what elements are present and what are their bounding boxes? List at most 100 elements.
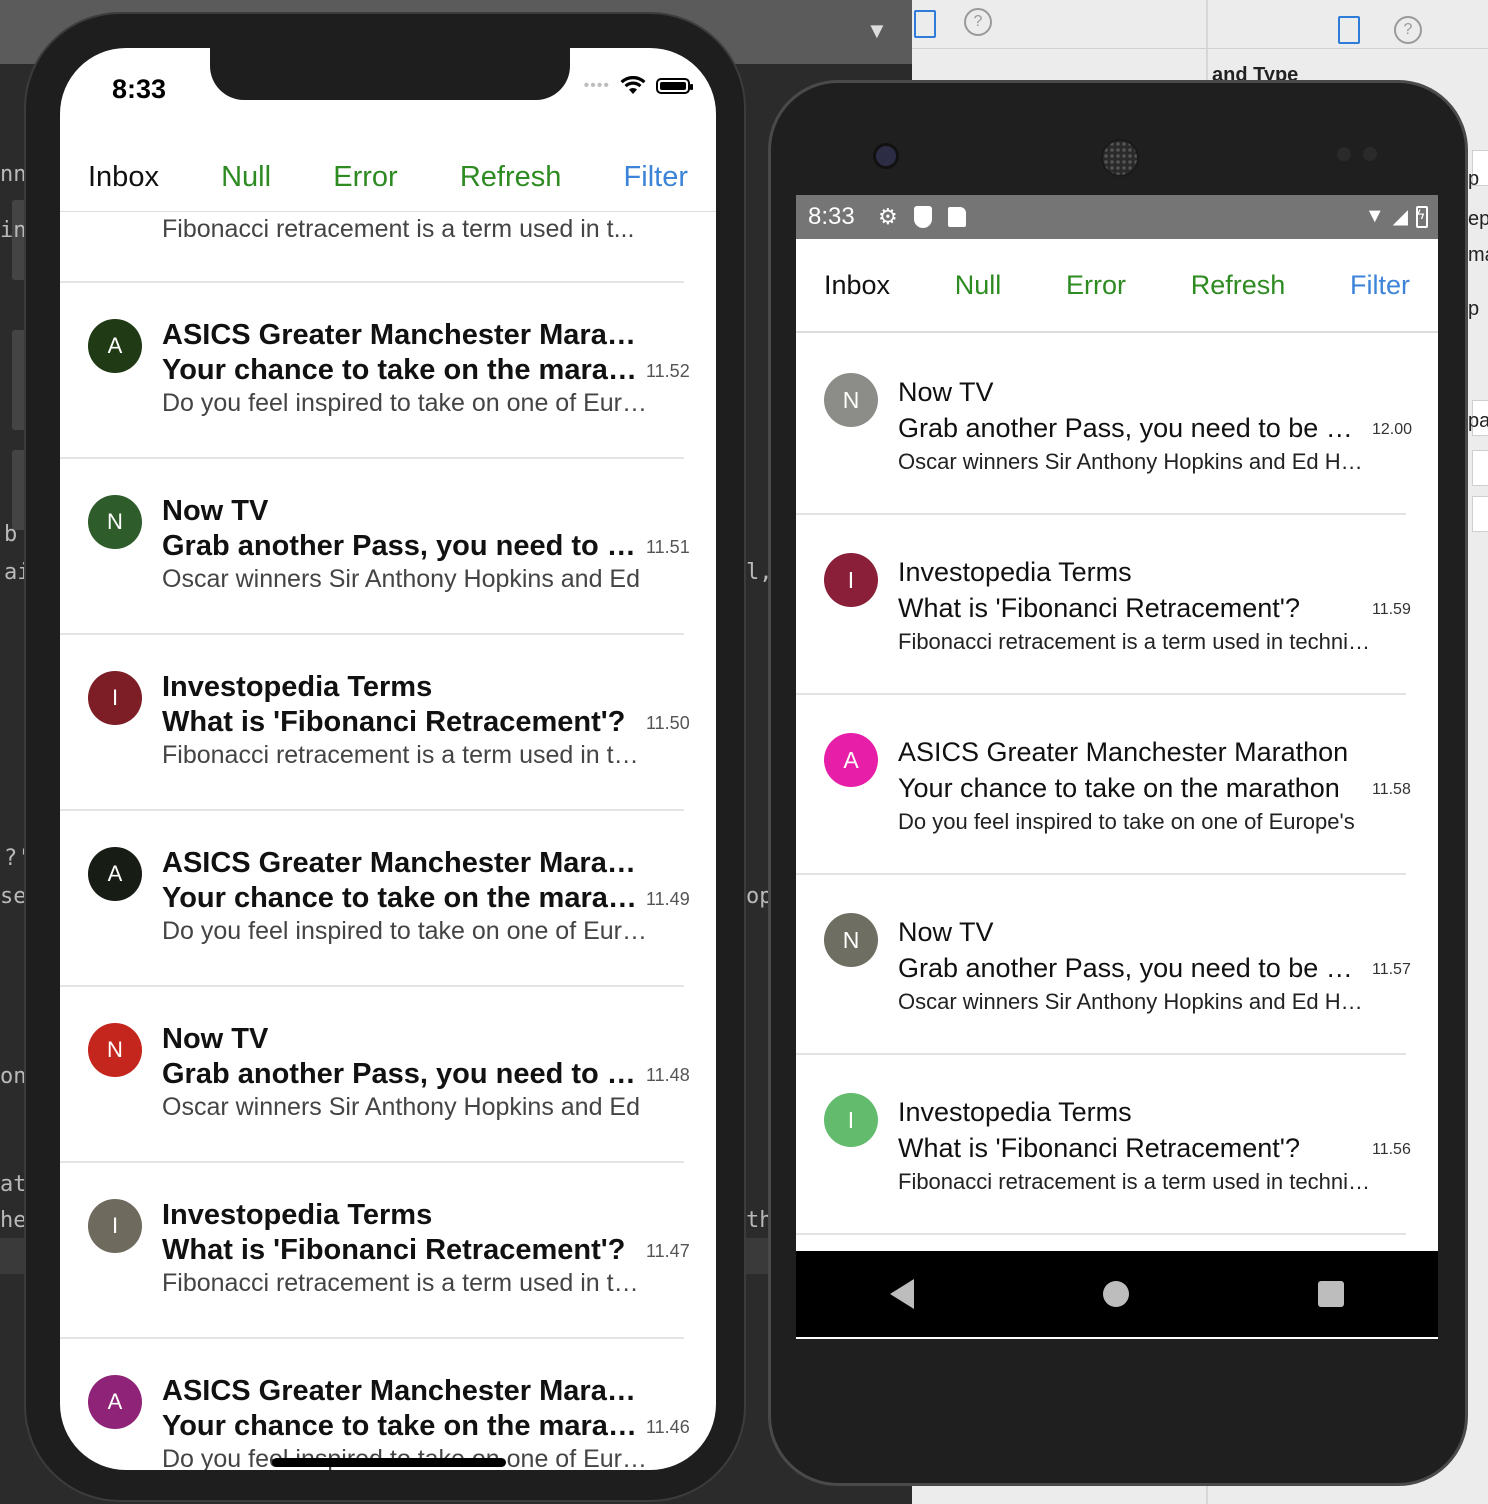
tab-refresh[interactable]: Refresh [460,161,562,194]
system-icons: ▼ ◢ [1365,204,1428,229]
list-item[interactable]: I Investopedia Terms What is 'Fibonanci Re… [796,1055,1411,1235]
wifi-icon: ▼ [1364,205,1385,227]
message-time: 11.48 [646,1065,690,1085]
list-item[interactable]: N Now TV Grab another Pass, you need to be… [796,875,1411,1055]
tab-null[interactable]: Null [955,270,1002,301]
message-preview: Do you feel inspired to take on one of E… [898,809,1355,834]
message-time: 12.00 [1372,421,1413,438]
message-preview: Oscar winners Sir Anthony Hopkins and Ed [162,1093,641,1121]
document-icon[interactable] [914,10,936,38]
message-preview: Fibonacci retracement is a term used in … [162,741,648,769]
sd-card-icon [947,207,966,227]
editor-text-fragment: nn [0,162,27,187]
android-emulator: 8:33 ⚙ ▼ ◢ Inbox Null Error Refresh Filt… [768,80,1468,1486]
tab-bar: Inbox Null Error Refresh Filter [796,239,1438,333]
inspector-text-fragment: p [1468,168,1480,190]
light-sensor [1363,147,1377,161]
message-subject: Grab another Pass, you need to be watchi… [162,1058,640,1090]
message-preview: Do you feel inspired to take on one of E… [162,389,648,417]
inspector-text-fragment: pa [1468,410,1488,432]
message-sender: ASICS Greater Manchester Marathon [162,847,642,879]
message-subject: Grab another Pass, you need to be watchi… [898,953,1370,983]
avatar: I [88,671,142,725]
list-item[interactable]: N Now TV Grab another Pass, you need to be… [60,987,690,1163]
inspector-header-line [912,48,1488,49]
android-screen: 8:33 ⚙ ▼ ◢ Inbox Null Error Refresh Filt… [796,195,1438,1339]
editor-text-fragment: he [0,1208,27,1233]
editor-text-fragment: b [4,522,18,547]
list-item[interactable]: A ASICS Greater Manchester Marathon Your c… [60,811,690,987]
tab-inbox[interactable]: Inbox [824,270,890,301]
tab-error[interactable]: Error [1066,270,1126,301]
avatar: N [824,373,878,427]
tab-inbox[interactable]: Inbox [88,161,159,194]
signal-icon: ◢ [1392,206,1408,228]
message-sender: Now TV [898,377,994,407]
message-sender: ASICS Greater Manchester Marathon [898,737,1349,767]
document-icon[interactable] [1338,16,1360,44]
message-preview: Oscar winners Sir Anthony Hopkins and Ed… [898,989,1372,1014]
list-item[interactable]: A ASICS Greater Manchester Marathon Your c… [796,695,1411,875]
tab-filter[interactable]: Filter [624,161,688,194]
message-sender: Now TV [898,917,994,947]
inspector-field[interactable] [1472,450,1488,486]
message-time: 11.49 [646,889,690,909]
tab-null[interactable]: Null [221,161,271,194]
message-preview: Fibonacci retracement is a term used in … [898,629,1372,654]
message-sender: Now TV [162,495,269,527]
message-time: 11.58 [1372,781,1411,798]
message-time: 11.52 [646,361,690,381]
android-status-bar: 8:33 ⚙ ▼ ◢ [796,195,1438,239]
message-subject: What is 'Fibonanci Retracement'? [162,706,626,738]
message-preview: Oscar winners Sir Anthony Hopkins and Ed [162,565,641,593]
message-list: Fibonacci retracement is a term used in … [60,213,716,1470]
message-subject: Your chance to take on the marathon [162,1410,640,1442]
message-subject: Your chance to take on the marathon [898,773,1340,803]
message-preview: Fibonacci retracement is a term used in … [162,1269,648,1297]
iphone-screen: 8:33 •••• Inbox Null Error Refresh Filte… [60,48,716,1470]
avatar: N [88,1023,142,1077]
message-preview: Fibonacci retracement is a term used in … [898,1169,1372,1194]
tab-error[interactable]: Error [333,161,397,194]
message-subject: What is 'Fibonanci Retracement'? [898,1133,1300,1163]
home-indicator[interactable] [272,1458,506,1467]
message-subject: Grab another Pass, you need to be watchi… [162,530,640,562]
list-item[interactable]: N Now TV Grab another Pass, you need to be… [60,459,690,635]
list-item[interactable]: I Investopedia Terms What is 'Fibonanci Re… [796,515,1411,695]
tab-filter[interactable]: Filter [1350,270,1410,301]
message-sender: Now TV [162,1023,269,1055]
message-sender: ASICS Greater Manchester Marathon [162,319,642,351]
avatar: A [824,733,878,787]
home-icon[interactable] [1102,1281,1129,1307]
help-icon[interactable]: ? [1394,16,1422,44]
iphone-notch [210,48,570,100]
status-icons: •••• [584,76,693,96]
message-time: 11.46 [646,1417,690,1437]
tab-refresh[interactable]: Refresh [1191,270,1286,301]
message-preview: Fibonacci retracement is a term used in … [162,215,635,243]
android-nav-bar [796,1251,1438,1337]
list-item[interactable]: N Now TV Grab another Pass, you need to be… [796,335,1412,515]
recents-icon[interactable] [1317,1281,1344,1307]
message-sender: Investopedia Terms [162,1199,433,1231]
message-time: 11.51 [646,537,690,557]
message-sender: Investopedia Terms [162,671,433,703]
message-list: N Now TV Grab another Pass, you need to be… [796,335,1438,1235]
list-item-partial[interactable]: Fibonacci retracement is a term used in … [60,213,684,283]
message-time: 11.56 [1372,1141,1411,1158]
help-icon[interactable]: ? [964,8,992,36]
message-sender: ASICS Greater Manchester Marathon [162,1375,642,1407]
back-icon[interactable] [890,1279,915,1309]
dropdown-arrow-icon[interactable]: ▼ [866,18,888,44]
list-item[interactable]: A ASICS Greater Manchester Marathon Your c… [60,283,690,459]
list-item[interactable]: A ASICS Greater Manchester Marathon Your c… [60,1339,690,1470]
message-time: 11.57 [1372,961,1411,978]
earpiece-speaker [1101,139,1139,177]
message-time: 11.50 [646,713,690,733]
list-item[interactable]: I Investopedia Terms What is 'Fibonanci Re… [60,1163,690,1339]
message-subject: Your chance to take on the marathon [162,882,640,914]
editor-text-fragment: in [0,218,27,243]
proximity-sensor [1337,147,1351,161]
list-item[interactable]: I Investopedia Terms What is 'Fibonanci Re… [60,635,690,811]
inspector-field[interactable] [1472,496,1488,532]
